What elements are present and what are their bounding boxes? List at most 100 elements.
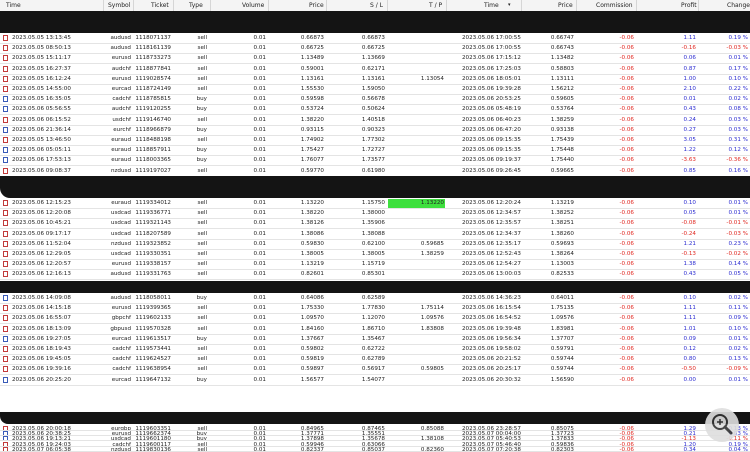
cell-open-time: 2023.05.06 09:17:17: [12, 230, 71, 237]
table-row[interactable]: 2023.05.06 19:39:16 cadchf 1119638954 sell 0…: [0, 365, 750, 376]
table-row[interactable]: 2023.05.06 21:36:14 eurchf 1118966879 buy 0.…: [0, 126, 750, 136]
cell-close-time: 2023.05.06 20:21:52: [462, 356, 521, 363]
table-row[interactable]: 2023.05.06 12:16:13 audusd 1119331763 sell 0…: [0, 270, 750, 281]
table-row[interactable]: 2023.05.05 16:35:05 cadchf 1118785815 buy 0.…: [0, 95, 750, 106]
cell-close-price: 0.59744: [550, 356, 574, 363]
cell-profit: -0.08: [681, 220, 696, 227]
table-row[interactable]: 2023.05.06 10:45:21 usdcad 1119321143 sell 0…: [0, 219, 750, 230]
cell-open-time: 2023.05.05 15:11:17: [12, 55, 71, 62]
cell-tp: 1.09576: [420, 315, 444, 322]
table-row[interactable]: 2023.05.05 16:12:24 eurusd 1119028574 sell 0…: [0, 75, 750, 85]
table-row[interactable]: 2023.05.06 05:56:55 audchf 1119120255 buy 0.…: [0, 105, 750, 116]
table-row[interactable]: 2023.05.05 13:46:50 euraud 1118488198 sell 0…: [0, 136, 750, 146]
sell-order-icon: [3, 75, 8, 82]
table-row[interactable]: 2023.05.05 16:27:37 audchf 1118877841 sell 0…: [0, 65, 750, 75]
cell-ticket: 1119331763: [135, 271, 171, 278]
table-row[interactable]: 2023.05.06 16:55:07 gbpchf 1119602133 sell 0…: [0, 314, 750, 325]
cell-open-price: 0.59770: [300, 167, 324, 174]
cell-open-time: 2023.05.06 16:55:07: [12, 315, 71, 322]
col-time[interactable]: Time: [6, 2, 21, 9]
cell-sl: 1.86710: [361, 325, 385, 332]
table-row[interactable]: 2023.05.06 12:20:08 usdcad 1119336771 sell 0…: [0, 209, 750, 220]
table-row[interactable]: 2023.05.06 12:29:05 usdcad 1119330351 sell 0…: [0, 250, 750, 260]
cell-symbol: eurcad: [111, 335, 131, 342]
cell-profit: -0.13: [681, 251, 696, 257]
sell-order-icon: [3, 86, 8, 92]
cell-profit: 1.22: [683, 147, 696, 154]
cell-close-time: 2023.05.06 16:15:54: [462, 305, 521, 312]
cell-close-price: 1.38264: [550, 251, 574, 257]
col-change[interactable]: Change: [727, 2, 750, 9]
table-row[interactable]: 2023.05.05 13:13:45 audusd 1118071137 sell 0…: [0, 34, 750, 44]
table-row[interactable]: 2023.05.06 19:27:05 eurcad 1119613517 buy 0.…: [0, 335, 750, 345]
cell-open-time: 2023.05.06 06:15:52: [12, 116, 71, 123]
zoom-button[interactable]: [705, 408, 739, 442]
table-row[interactable]: 2023.05.06 18:13:09 gbpusd 1119570328 sell 0…: [0, 325, 750, 335]
cell-ticket: 1119570328: [135, 325, 171, 332]
cell-close-price: 0.59605: [550, 96, 574, 103]
table-row[interactable]: 2023.05.06 18:19:43 cadchf 1119573441 sell 0…: [0, 345, 750, 355]
table-row[interactable]: 2023.05.05 08:50:13 audusd 1118161139 sell 0…: [0, 44, 750, 55]
col-symbol[interactable]: Symbol: [108, 2, 130, 9]
col-sl[interactable]: S / L: [370, 2, 383, 9]
cell-volume: 0.01: [253, 45, 266, 52]
sell-order-icon: [3, 65, 8, 72]
cell-symbol: nzdusd: [110, 167, 131, 174]
cell-symbol: cadchf: [112, 346, 131, 352]
cell-open-price: 0.93115: [300, 126, 324, 133]
cell-sl: 1.13669: [361, 55, 385, 62]
table-row[interactable]: 2023.05.06 11:52:04 nzdusd 1119323852 sell 0…: [0, 240, 750, 250]
cell-profit: 1.11: [683, 305, 696, 312]
cell-close-time: 2023.05.06 09:15:35: [462, 137, 521, 143]
table-row[interactable]: 2023.05.06 09:17:17 usdcad 1118207589 sell 0…: [0, 230, 750, 240]
cell-symbol: nzdusd: [110, 240, 131, 247]
cell-commission: -0.06: [619, 86, 634, 92]
cell-sl: 0.85037: [361, 446, 385, 452]
sell-order-icon: [3, 366, 8, 373]
table-row[interactable]: 2023.05.06 12:20:57 eurusd 1119338157 sell 0…: [0, 260, 750, 271]
table-row[interactable]: 2023.05.06 20:25:20 eurcad 1119647132 buy 0.…: [0, 376, 750, 386]
cell-symbol: eurchf: [113, 126, 131, 133]
table-row[interactable]: 2023.05.06 14:15:18 eurusd 1119399365 sell 0…: [0, 304, 750, 315]
cell-profit: 0.05: [683, 210, 696, 217]
table-row[interactable]: 2023.05.06 14:09:08 audusd 1118058011 buy 0.…: [0, 294, 750, 304]
cell-sl: 1.38000: [361, 210, 385, 217]
cell-commission: -0.06: [619, 35, 634, 41]
cell-close-price: 1.09576: [550, 315, 574, 322]
col-ticket[interactable]: Ticket: [151, 2, 169, 9]
cell-close-time: 2023.05.06 09:15:35: [462, 147, 521, 154]
col-time2[interactable]: Time: [484, 2, 499, 9]
table-row[interactable]: 2023.05.06 12:15:23 euraud 1119334012 sell 0…: [0, 199, 750, 209]
col-volume[interactable]: Volume: [242, 2, 264, 9]
cell-symbol: gbpusd: [110, 325, 131, 332]
cell-profit: 1.00: [683, 75, 696, 82]
cell-ticket: 1119613517: [135, 335, 171, 342]
table-row[interactable]: 2023.05.06 17:53:13 euraud 1118003365 buy 0.…: [0, 156, 750, 167]
cell-profit: 0.43: [683, 106, 696, 113]
buy-order-icon: [3, 147, 8, 154]
cell-change: 0.01 %: [728, 200, 748, 206]
col-type[interactable]: Type: [189, 2, 203, 9]
col-profit[interactable]: Profit: [681, 2, 697, 9]
cell-type: sell: [197, 251, 207, 257]
col-commission[interactable]: Commission: [596, 2, 633, 9]
cell-open-price: 1.84160: [300, 325, 324, 332]
table-row[interactable]: 2023.05.06 05:05:11 euraud 1118857911 buy 0.…: [0, 146, 750, 157]
table-row[interactable]: 2023.05.06 06:15:52 usdchf 1119146740 sell 0…: [0, 116, 750, 126]
col-tp[interactable]: T / P: [429, 2, 442, 9]
cell-open-price: 1.38220: [300, 116, 324, 123]
table-row[interactable]: 2023.05.05 15:11:17 eurusd 1118733273 sell 0…: [0, 54, 750, 65]
sell-order-icon: [3, 251, 8, 257]
cell-profit: 1.21: [683, 240, 696, 247]
cell-profit: 1.01: [683, 325, 696, 332]
cell-tp: 1.13220: [420, 200, 444, 206]
cell-change: -0.03 %: [726, 45, 748, 52]
table-row[interactable]: 2023.05.05 14:55:00 eurcad 1118724149 sell 0…: [0, 85, 750, 95]
cell-tp: 1.75114: [420, 305, 444, 312]
col-price2[interactable]: Price: [558, 2, 573, 9]
sell-order-icon: [3, 220, 8, 227]
col-price[interactable]: Price: [309, 2, 324, 9]
cell-close-time: 2023.05.06 20:53:25: [462, 96, 521, 103]
sell-order-icon: [3, 356, 8, 363]
table-row[interactable]: 2023.05.06 19:45:05 cadchf 1119624527 sell 0…: [0, 355, 750, 366]
